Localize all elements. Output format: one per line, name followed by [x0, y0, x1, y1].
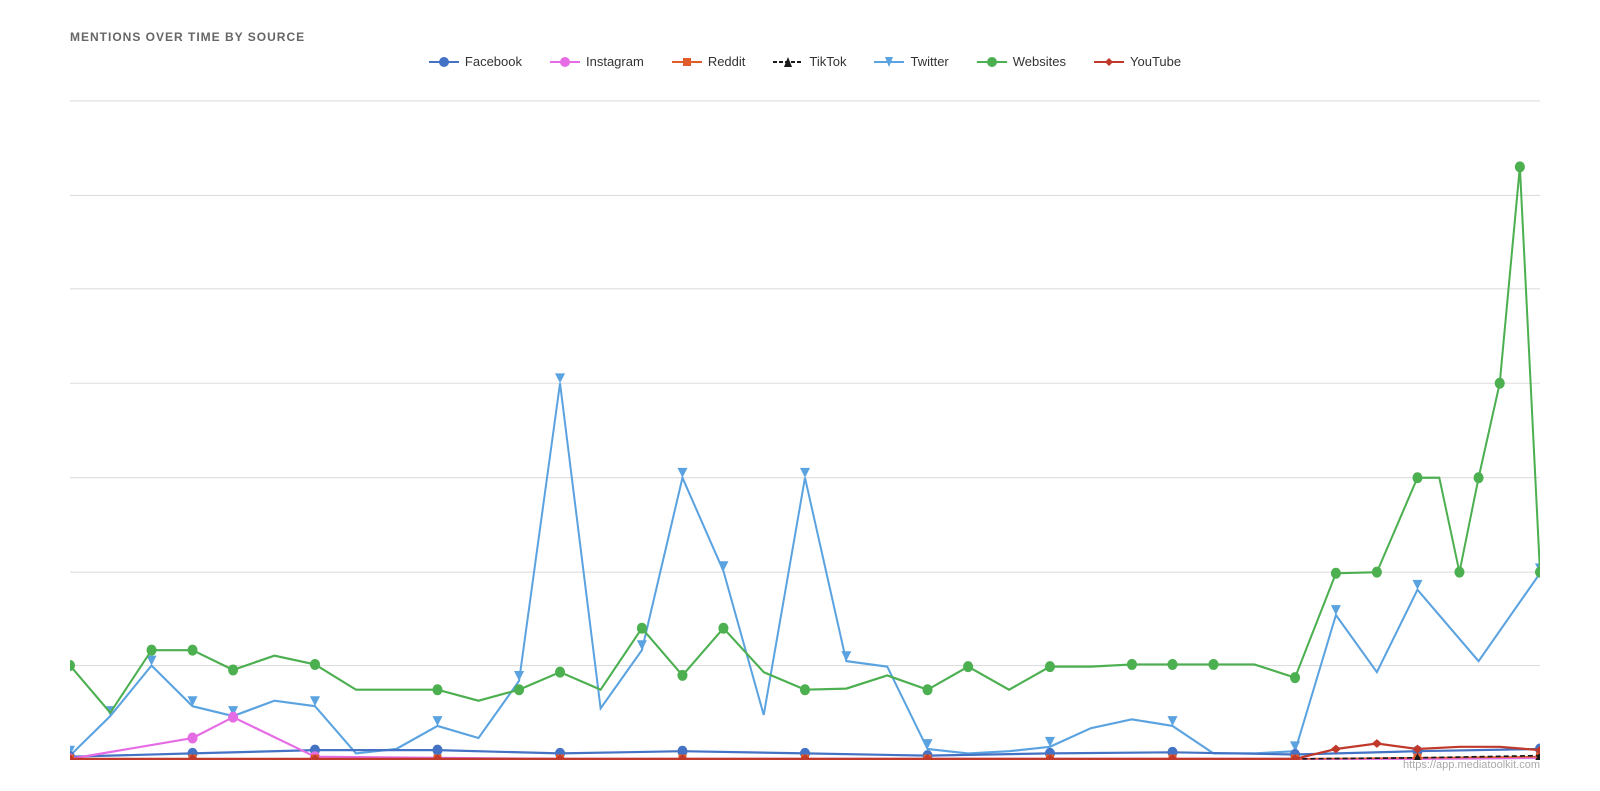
legend: Facebook Instagram Reddit TikTok — [70, 54, 1540, 69]
legend-label-tiktok: TikTok — [809, 54, 846, 69]
chart-container: MENTIONS OVER TIME BY SOURCE Facebook In… — [0, 0, 1600, 791]
legend-item-tiktok: TikTok — [773, 54, 846, 69]
main-chart: 0 1k 2k 3k 4k 5k 6k 7k 22. Aug 29. Aug 5… — [70, 79, 1540, 760]
legend-item-reddit: Reddit — [672, 54, 746, 69]
chart-title: MENTIONS OVER TIME BY SOURCE — [70, 30, 1540, 44]
websites-line — [70, 167, 1540, 713]
twitter-line — [70, 383, 1540, 755]
legend-item-twitter: Twitter — [874, 54, 948, 69]
legend-label-reddit: Reddit — [708, 54, 746, 69]
legend-label-youtube: YouTube — [1130, 54, 1181, 69]
legend-label-facebook: Facebook — [465, 54, 522, 69]
legend-label-instagram: Instagram — [586, 54, 644, 69]
legend-item-facebook: Facebook — [429, 54, 522, 69]
legend-item-instagram: Instagram — [550, 54, 644, 69]
legend-item-websites: Websites — [977, 54, 1066, 69]
legend-label-websites: Websites — [1013, 54, 1066, 69]
legend-item-youtube: YouTube — [1094, 54, 1181, 69]
legend-label-twitter: Twitter — [910, 54, 948, 69]
watermark: https://app.mediatoolkit.com — [1403, 759, 1540, 771]
twitter-markers — [70, 373, 1540, 755]
